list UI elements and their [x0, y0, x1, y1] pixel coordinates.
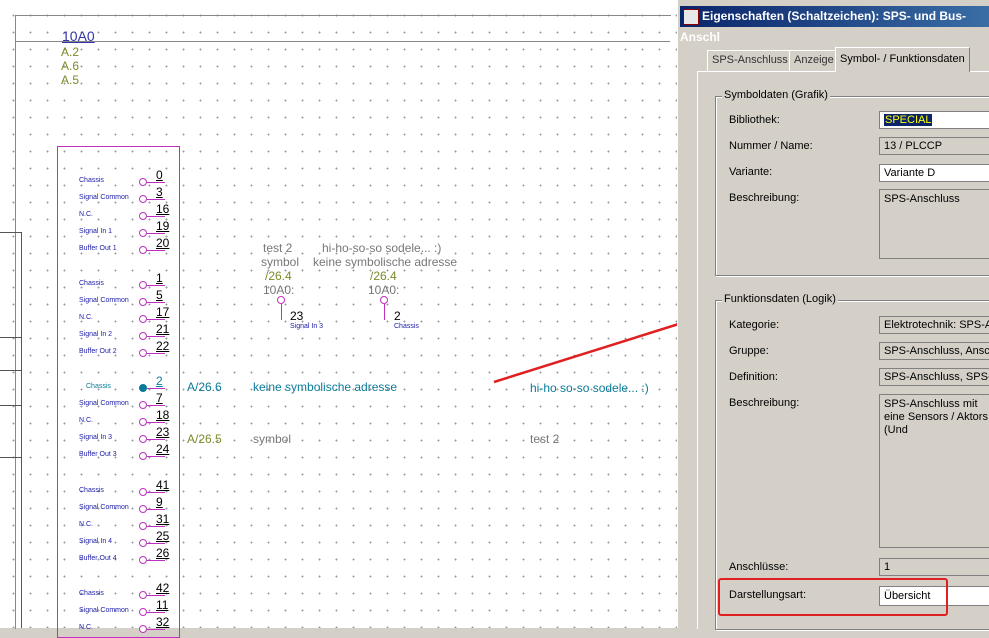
symbol-beschreibung-field[interactable]: SPS-Anschluss: [879, 189, 989, 259]
group-label: Symboldaten (Grafik): [722, 89, 830, 101]
group-label: Funktionsdaten (Logik): [722, 293, 838, 305]
definition-label: Definition:: [729, 371, 778, 383]
bibliothek-field[interactable]: SPECIAL: [879, 111, 989, 129]
beschreibung-label: Beschreibung:: [729, 397, 800, 409]
variante-label: Variante:: [729, 166, 773, 178]
tab-sps-anschluss[interactable]: SPS-Anschluss: [707, 50, 793, 71]
kategorie-label: Kategorie:: [729, 319, 780, 331]
anschluesse-label: Anschlüsse:: [729, 561, 789, 573]
nummer-field[interactable]: 13 / PLCCP: [879, 137, 989, 155]
beschreibung-label: Beschreibung:: [729, 192, 800, 204]
definition-field[interactable]: SPS-Anschluss, SPS-A: [879, 368, 989, 386]
annotation-arrow: [493, 320, 686, 384]
app-icon: [683, 9, 699, 25]
gruppe-label: Gruppe:: [729, 345, 769, 357]
schematic-canvas[interactable]: 10A0 A.2 A.6 A.5 Chassis 0 Signal Common 3 N…: [0, 0, 686, 638]
nummer-label: Nummer / Name:: [729, 140, 813, 152]
highlight-box: [718, 578, 948, 616]
dialog-title: Eigenschaften (Schaltzeichen): SPS- und …: [680, 9, 967, 44]
anschluesse-field[interactable]: 1: [879, 558, 989, 576]
gruppe-field[interactable]: SPS-Anschluss, Ansch: [879, 342, 989, 360]
tab-anzeige[interactable]: Anzeige: [789, 50, 839, 71]
properties-dialog: Eigenschaften (Schaltzeichen): SPS- und …: [677, 0, 989, 630]
bibliothek-label: Bibliothek:: [729, 114, 780, 126]
dialog-titlebar[interactable]: Eigenschaften (Schaltzeichen): SPS- und …: [680, 6, 989, 44]
function-beschreibung-field[interactable]: SPS-Anschluss mit eine Sensors / Aktors …: [879, 394, 989, 548]
terminal-lead: [147, 629, 165, 630]
kategorie-field[interactable]: Elektrotechnik: SPS-An: [879, 316, 989, 334]
variante-field[interactable]: Variante D: [879, 164, 989, 182]
tab-symbol-funktionsdaten[interactable]: Symbol- / Funktionsdaten: [835, 47, 970, 72]
